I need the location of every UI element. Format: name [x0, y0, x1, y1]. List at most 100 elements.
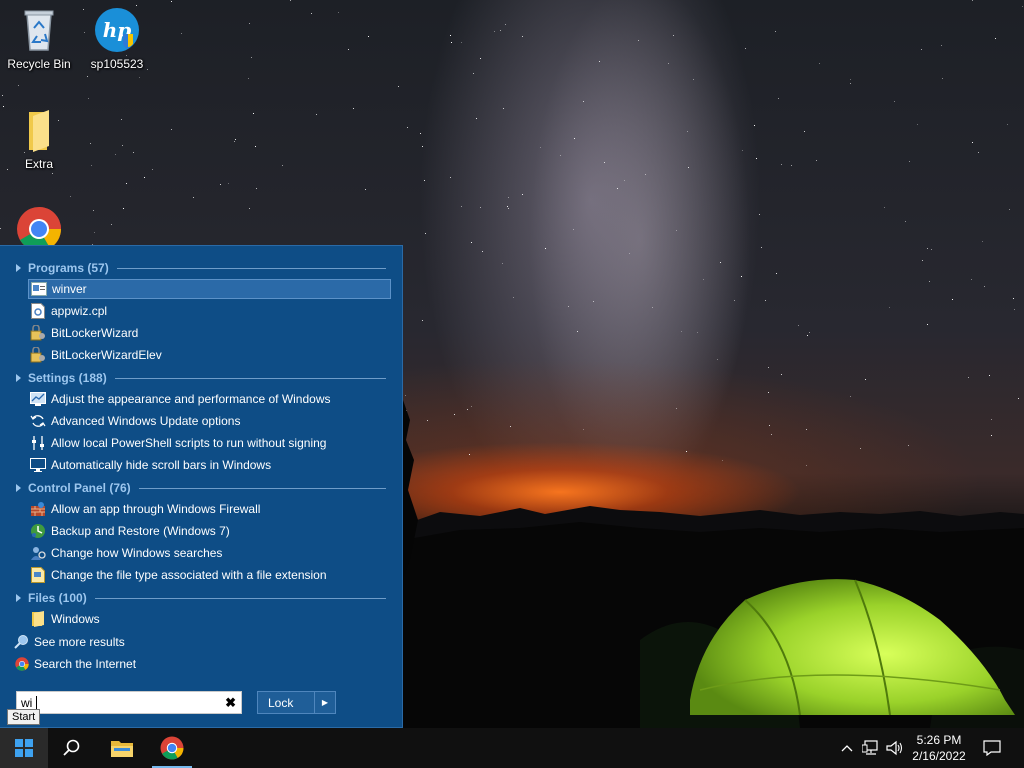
category-label: Control Panel (76)	[28, 481, 131, 495]
chevron-up-icon	[841, 745, 853, 752]
desktop-icon-recycle-bin[interactable]: Recycle Bin	[1, 6, 77, 71]
speaker-icon	[886, 740, 903, 756]
expand-arrow-icon	[16, 484, 21, 492]
network-button[interactable]	[860, 728, 882, 768]
result-powershell-scripts[interactable]: Allow local PowerShell scripts to run wi…	[28, 433, 391, 453]
result-file-type[interactable]: Change the file type associated with a f…	[28, 565, 391, 585]
hp-installer-icon: hp	[95, 8, 139, 52]
expand-arrow-icon	[16, 264, 21, 272]
result-bitlockerwizard[interactable]: BitLockerWizard	[28, 323, 391, 343]
start-menu: Programs (57) winver appwiz.cpl BitLocke…	[0, 245, 403, 728]
category-control-panel[interactable]: Control Panel (76)	[16, 478, 386, 498]
chrome-taskbar-button[interactable]	[148, 728, 196, 768]
category-label: Programs (57)	[28, 261, 109, 275]
category-divider	[94, 597, 386, 599]
category-settings[interactable]: Settings (188)	[16, 368, 386, 388]
monitor-icon	[30, 457, 46, 473]
expand-arrow-icon	[16, 374, 21, 382]
developer-settings-icon	[30, 435, 46, 451]
windows-logo-icon	[15, 739, 33, 757]
folder-icon	[30, 611, 46, 627]
clock[interactable]: 5:26 PM 2/16/2022	[906, 728, 972, 768]
clock-time: 5:26 PM	[916, 733, 962, 747]
result-adjust-appearance[interactable]: Adjust the appearance and performance of…	[28, 389, 391, 409]
category-programs[interactable]: Programs (57)	[16, 258, 386, 278]
chrome-icon	[160, 736, 184, 760]
search-input[interactable]: wi ✖	[16, 691, 242, 714]
link-label: See more results	[34, 635, 125, 649]
taskbar-search-button[interactable]	[48, 728, 96, 768]
text-caret	[36, 696, 37, 710]
taskbar: 5:26 PM 2/16/2022	[0, 728, 1024, 768]
clear-icon[interactable]: ✖	[225, 695, 236, 711]
result-windows-folder[interactable]: Windows	[28, 609, 391, 629]
chrome-icon	[14, 656, 30, 672]
result-bitlockerwizardelev[interactable]: BitLockerWizardElev	[28, 345, 391, 365]
result-label: Backup and Restore (Windows 7)	[51, 524, 230, 538]
search-icon	[63, 739, 80, 756]
indexing-icon	[30, 545, 46, 561]
category-divider	[116, 267, 386, 269]
backup-icon	[30, 523, 46, 539]
result-label: winver	[52, 282, 87, 296]
search-internet-link[interactable]: Search the Internet	[14, 654, 136, 674]
firewall-icon	[30, 501, 46, 517]
chevron-right-icon: ▶	[321, 698, 329, 707]
search-icon	[14, 634, 30, 650]
result-label: Windows	[51, 612, 100, 626]
start-tooltip: Start	[7, 709, 41, 725]
result-label: Allow local PowerShell scripts to run wi…	[51, 436, 327, 450]
network-icon	[862, 740, 878, 755]
start-button[interactable]	[0, 728, 48, 768]
default-programs-icon	[30, 567, 46, 583]
result-label: Allow an app through Windows Firewall	[51, 502, 261, 516]
file-explorer-button[interactable]	[98, 728, 146, 768]
result-windows-searches[interactable]: Change how Windows searches	[28, 543, 391, 563]
result-label: Advanced Windows Update options	[51, 414, 241, 428]
expand-arrow-icon	[16, 594, 21, 602]
refresh-icon	[30, 413, 46, 429]
result-label: Automatically hide scroll bars in Window…	[51, 458, 272, 472]
recycle-bin-icon	[24, 10, 54, 51]
desktop-icon-label: Recycle Bin	[7, 57, 71, 71]
category-divider	[138, 487, 386, 489]
result-label: BitLockerWizardElev	[51, 348, 162, 362]
result-label: Adjust the appearance and performance of…	[51, 392, 331, 406]
lock-button[interactable]: Lock	[257, 691, 315, 714]
result-backup-restore[interactable]: Backup and Restore (Windows 7)	[28, 521, 391, 541]
see-more-results-link[interactable]: See more results	[14, 632, 125, 652]
action-center-button[interactable]	[978, 728, 1006, 768]
folder-icon	[29, 110, 49, 152]
folder-icon	[111, 741, 133, 757]
result-label: Change how Windows searches	[51, 546, 223, 560]
control-file-icon	[30, 303, 46, 319]
category-label: Files (100)	[28, 591, 87, 605]
category-label: Settings (188)	[28, 371, 107, 385]
lock-button-label: Lock	[268, 695, 294, 710]
result-firewall[interactable]: Allow an app through Windows Firewall	[28, 499, 391, 519]
category-files[interactable]: Files (100)	[16, 588, 386, 608]
volume-button[interactable]	[884, 728, 906, 768]
result-hide-scrollbars[interactable]: Automatically hide scroll bars in Window…	[28, 455, 391, 475]
desktop-icon-label: sp105523	[90, 57, 144, 71]
search-input-value: wi	[21, 696, 33, 710]
bitlocker-icon	[30, 325, 46, 341]
power-options-arrow-button[interactable]: ▶	[315, 691, 336, 714]
performance-icon	[30, 391, 46, 407]
bitlocker-icon	[30, 347, 46, 363]
notification-icon	[983, 740, 1001, 756]
show-hidden-icons-button[interactable]	[838, 728, 856, 768]
winver-icon	[31, 281, 47, 297]
result-label: Change the file type associated with a f…	[51, 568, 327, 582]
result-appwiz[interactable]: appwiz.cpl	[28, 301, 391, 321]
desktop-icon-label: Extra	[24, 157, 53, 171]
desktop-icon-extra[interactable]: Extra	[1, 106, 77, 171]
link-label: Search the Internet	[34, 657, 137, 671]
result-label: appwiz.cpl	[51, 304, 108, 318]
desktop-icon-sp105523[interactable]: hp sp105523	[79, 6, 155, 71]
clock-date: 2/16/2022	[912, 749, 966, 763]
result-windows-update[interactable]: Advanced Windows Update options	[28, 411, 391, 431]
result-label: BitLockerWizard	[51, 326, 139, 340]
category-divider	[114, 377, 386, 379]
result-winver[interactable]: winver	[28, 279, 391, 299]
